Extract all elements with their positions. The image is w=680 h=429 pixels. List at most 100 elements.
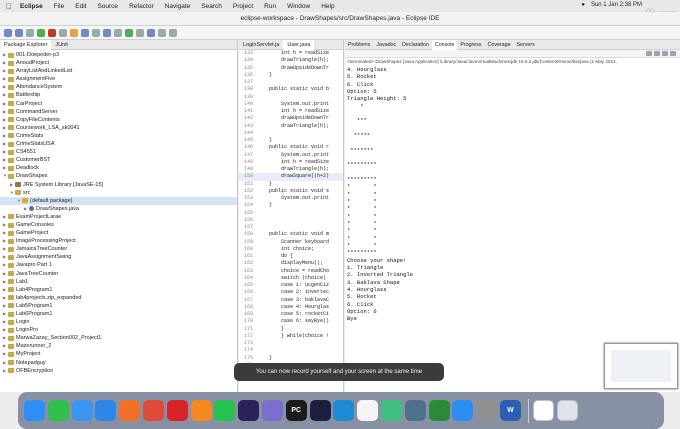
tree-item[interactable]: ▶ ImageProcessingProject [0, 237, 237, 245]
tree-item[interactable]: ▶ AssignmentFive [0, 75, 237, 83]
chevron-right-icon[interactable]: ▶ [3, 310, 7, 318]
chevron-down-icon[interactable]: ▼ [3, 172, 7, 180]
code-line[interactable]: 159 Scanner keyboard [239, 239, 343, 246]
chevron-right-icon[interactable]: ▶ [3, 124, 7, 132]
code-line[interactable]: 134 drawTriangle(h); [239, 57, 343, 64]
recording-preview-thumbnail[interactable] [604, 343, 678, 389]
console-output[interactable]: 4. Hourglass 5. Rocket 6. Click Option: 5 Tr… [345, 66, 680, 322]
chevron-right-icon[interactable]: ▶ [3, 116, 7, 124]
toolbar-button-icon[interactable] [37, 28, 45, 37]
code-editor[interactable]: LoginServlet.ja User.java 133 int h = re… [239, 40, 344, 392]
tree-item[interactable]: ▶ CrimeStats [0, 132, 237, 140]
chevron-right-icon[interactable]: ▶ [3, 51, 7, 59]
code-line[interactable]: 174 [239, 347, 343, 354]
wifi-icon[interactable]: ● [581, 2, 585, 8]
toolbar-button-icon[interactable] [114, 28, 122, 37]
eclipse-icon[interactable] [238, 400, 260, 421]
chevron-down-icon[interactable]: ▼ [17, 197, 21, 205]
xcode-icon[interactable] [357, 400, 379, 421]
toolbar-button-icon[interactable] [70, 28, 78, 37]
toolbar-button-icon[interactable] [59, 28, 67, 37]
tree-item[interactable]: ▶ CarProject [0, 100, 237, 108]
chevron-right-icon[interactable]: ▶ [3, 326, 7, 334]
tree-item[interactable]: ▶ Login [0, 318, 237, 326]
tab-user-java[interactable]: User.java [283, 40, 315, 50]
toolbar-button-icon[interactable] [169, 28, 177, 37]
toolbar-button-icon[interactable] [158, 28, 166, 37]
firefox-icon[interactable] [119, 400, 141, 421]
tree-item[interactable]: ▶ Javapro Part 1 [0, 261, 237, 269]
finder-icon[interactable] [24, 400, 45, 421]
code-line[interactable]: 147 System.out.print [239, 152, 343, 159]
toolbar-button-icon[interactable] [147, 28, 155, 37]
tree-item[interactable]: ▶ Notepadguy [0, 359, 237, 367]
menu-project[interactable]: Project [233, 3, 253, 10]
code-line[interactable]: 170 case 6: sayBye() [239, 318, 343, 325]
pycharm-icon[interactable]: PC [285, 400, 307, 421]
chevron-right-icon[interactable]: ▶ [3, 100, 7, 108]
chevron-right-icon[interactable]: ▶ [3, 350, 7, 358]
chevron-right-icon[interactable]: ▶ [3, 245, 7, 253]
toolbar-button-icon[interactable] [103, 28, 111, 37]
code-line[interactable]: 146 public static void r [239, 144, 343, 151]
tree-item[interactable]: ▶ ExamProjectLarae [0, 213, 237, 221]
tree-item[interactable]: ▶ Lab5Program1 [0, 302, 237, 310]
tab-declaration[interactable]: Declaration [399, 42, 432, 48]
code-line[interactable]: 165 case 1: ucgenCiz [239, 282, 343, 289]
tree-item[interactable]: ▶ JavaAssignmentSwing [0, 253, 237, 261]
code-line[interactable]: 172 } while(choice ! [239, 333, 343, 340]
code-line[interactable]: 158 public static void m [239, 231, 343, 238]
tree-item[interactable]: ▶ MarwaZazay_Section002_Project1 [0, 334, 237, 342]
chevron-right-icon[interactable]: ▶ [3, 278, 7, 286]
clear-console-icon[interactable] [646, 51, 652, 56]
apple-icon[interactable]:  [6, 2, 12, 11]
toolbar-button-icon[interactable] [125, 28, 133, 37]
code-line[interactable]: 157 [239, 224, 343, 231]
chevron-right-icon[interactable]: ▶ [3, 302, 7, 310]
code-line[interactable]: 150 drawSquare((h+2) [239, 173, 343, 181]
chevron-right-icon[interactable]: ▶ [3, 108, 7, 116]
chevron-right-icon[interactable]: ▶ [3, 334, 7, 342]
tab-progress[interactable]: Progress [457, 42, 484, 48]
toolbar-button-icon[interactable] [136, 28, 144, 37]
toolbar-button-icon[interactable] [15, 28, 23, 37]
toolbar-button-icon[interactable] [81, 28, 89, 37]
tree-item[interactable]: ▶ AttendanceSystem [0, 83, 237, 91]
menu-help[interactable]: Help [321, 3, 334, 10]
code-line[interactable]: 149 drawTriangle(h); [239, 166, 343, 173]
code-line[interactable]: 144 [239, 130, 343, 137]
chevron-right-icon[interactable]: ▶ [24, 205, 28, 213]
tree-item[interactable]: ▶ CustomerBST [0, 156, 237, 164]
chevron-right-icon[interactable]: ▶ [10, 181, 14, 189]
chevron-right-icon[interactable]: ▶ [3, 286, 7, 294]
tree-item[interactable]: ▶ Lab6Program1 [0, 310, 237, 318]
chevron-right-icon[interactable]: ▶ [3, 148, 7, 156]
chevron-right-icon[interactable]: ▶ [3, 294, 7, 302]
tree-item[interactable]: ▶ CrimeStatsUSA [0, 140, 237, 148]
code-line[interactable]: 171 } [239, 326, 343, 333]
toolbar-button-icon[interactable] [26, 28, 34, 37]
mail-icon[interactable] [71, 400, 93, 421]
menu-refactor[interactable]: Refactor [129, 3, 154, 10]
tree-item[interactable]: ▶ Mazerunner_2 [0, 342, 237, 350]
code-line[interactable]: 156 [239, 217, 343, 224]
menu-window[interactable]: Window [287, 3, 310, 10]
tab-package-explorer[interactable]: Package Explorer [0, 40, 52, 50]
tree-item[interactable]: ▶ AnoudProject [0, 59, 237, 67]
trash-icon[interactable] [556, 400, 578, 421]
tree-item[interactable]: ▶ GameProject [0, 229, 237, 237]
code-line[interactable]: 138 public static void b [239, 86, 343, 93]
tree-item[interactable]: ▶ CS4551 [0, 148, 237, 156]
code-line[interactable]: 140 System.out.print [239, 101, 343, 108]
code-line[interactable]: 141 int h = readSize [239, 108, 343, 115]
toolbar-button-icon[interactable] [4, 28, 12, 37]
document-icon[interactable] [532, 400, 554, 421]
code-line[interactable]: 161 do { [239, 253, 343, 260]
tree-item[interactable]: ▶ lab4projects.zip_expanded [0, 294, 237, 302]
tab-javadoc[interactable]: Javadoc [373, 42, 399, 48]
code-line[interactable]: 164 switch (choice) [239, 275, 343, 282]
tab-junit[interactable]: JUnit [51, 42, 72, 48]
tree-item[interactable]: ▶ 001-Doepeder-p3 [0, 51, 237, 59]
facetime-icon[interactable] [47, 400, 69, 421]
toolbar-button-icon[interactable] [92, 28, 100, 37]
